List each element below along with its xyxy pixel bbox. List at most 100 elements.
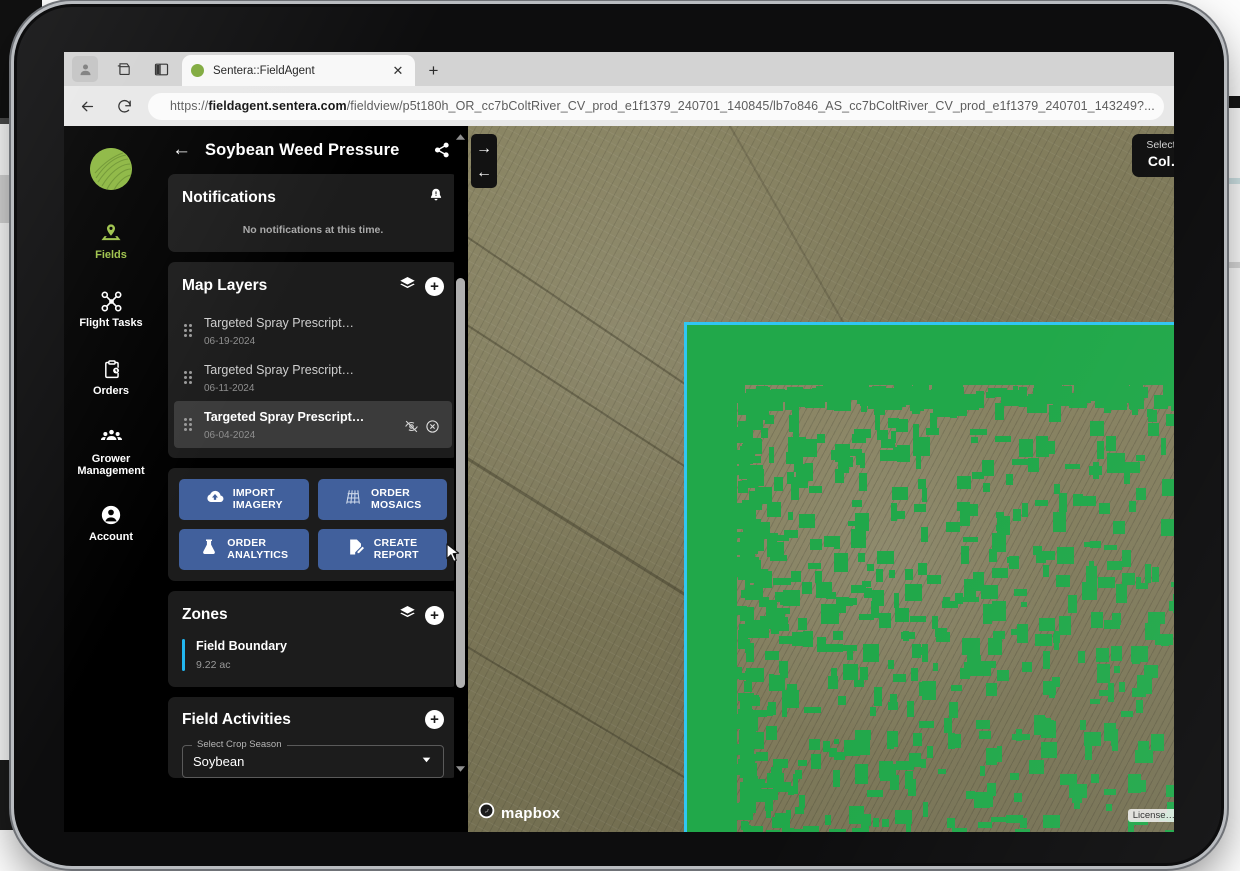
sidebar-item-account[interactable]: Account [64, 504, 158, 543]
map-color-select-dropdown[interactable]: Select… Col… [1132, 134, 1174, 177]
mapbox-logo-icon [478, 802, 495, 824]
prescription-raster [737, 385, 1174, 832]
zones-card: Zones + Field Boundary 9.22 ac [168, 591, 458, 687]
zone-color-bar [182, 639, 185, 671]
sidebar-item-orders[interactable]: Orders [64, 358, 158, 397]
page-title: Soybean Weed Pressure [205, 140, 400, 159]
map-layer-date: 06-04-2024 [204, 430, 256, 441]
reload-button[interactable] [110, 92, 138, 120]
map-layer-name: Targeted Spray Prescript… [204, 316, 355, 330]
sidebar-item-label: Flight Tasks [79, 317, 143, 329]
crop-season-value: Soybean [193, 754, 245, 769]
bell-icon[interactable] [428, 187, 444, 208]
zone-list-item[interactable]: Field Boundary 9.22 ac [168, 636, 458, 687]
zones-title: Zones [182, 606, 228, 623]
close-icon[interactable]: ✕ [390, 63, 406, 79]
browser-chrome: Sentera::FieldAgent ✕ + https://fieldage… [64, 52, 1174, 126]
tablet-screen: Sentera::FieldAgent ✕ + https://fieldage… [64, 52, 1174, 832]
stacked-layers-icon[interactable] [399, 604, 416, 626]
prescription-zone-polygon[interactable] [684, 322, 1174, 832]
url-input[interactable]: https://fieldagent.sentera.com/fieldview… [148, 92, 1164, 120]
tab-collections-icon[interactable] [110, 56, 136, 82]
map-pan-controls: → ← [471, 134, 497, 188]
clipboard-clock-icon [101, 358, 122, 380]
group-people-icon [100, 426, 123, 448]
order-mosaics-label: ORDER MOSAICS [371, 486, 422, 511]
sentera-leaf-favicon [191, 64, 204, 77]
zones-header: Zones + [168, 591, 458, 636]
add-field-activity-button[interactable]: + [425, 710, 444, 729]
sidebar-item-flight-tasks[interactable]: Flight Tasks [64, 290, 158, 329]
field-activities-card: Field Activities + Select Crop Season So… [168, 697, 458, 778]
browser-tab[interactable]: Sentera::FieldAgent ✕ [182, 55, 415, 86]
sentera-logo[interactable] [90, 148, 132, 190]
url-text: https://fieldagent.sentera.com/fieldview… [170, 99, 1155, 113]
mapbox-attribution-logo[interactable]: mapbox [478, 802, 560, 824]
document-pencil-icon [346, 537, 366, 562]
create-report-button[interactable]: CREATE REPORT [317, 529, 447, 570]
scroll-down-arrow-icon[interactable] [454, 762, 467, 776]
drag-handle-icon[interactable] [184, 371, 194, 384]
remove-layer-icon[interactable] [425, 419, 440, 439]
create-report-label: CREATE REPORT [373, 536, 419, 561]
import-imagery-button[interactable]: IMPORT IMAGERY [179, 479, 309, 520]
cloud-upload-icon [205, 487, 225, 512]
notifications-header: Notifications [168, 174, 458, 218]
mosaic-grid-icon [343, 487, 363, 512]
mouse-pointer [446, 543, 461, 569]
split-screen-icon[interactable] [148, 56, 174, 82]
add-zone-button[interactable]: + [425, 605, 444, 625]
chevron-down-icon[interactable] [420, 753, 433, 771]
panel-back-button[interactable]: ← [172, 139, 191, 161]
import-imagery-label: IMPORT IMAGERY [232, 486, 283, 511]
map-layer-row[interactable]: Targeted Spray Prescript… 06-11-2024 [174, 354, 452, 401]
fieldagent-app: Fields Flight Tasks Orders Grower Manage… [64, 126, 1174, 832]
panel-scroll-area[interactable]: Notifications No notifications at this t… [158, 174, 468, 832]
browser-tab-strip: Sentera::FieldAgent ✕ + [64, 52, 1174, 86]
stacked-layers-icon[interactable] [399, 275, 416, 297]
hide-layer-icon[interactable] [404, 419, 419, 439]
sidebar-item-label: Account [89, 531, 133, 543]
map-pin-icon [100, 222, 122, 244]
zone-area: 9.22 ac [196, 659, 231, 671]
map-nav-forward-button[interactable]: → [471, 137, 497, 161]
map-dropdown-value: Col… [1147, 153, 1174, 169]
scrollbar-thumb[interactable] [456, 278, 465, 688]
sidebar-item-grower-management[interactable]: Grower Management [64, 426, 158, 478]
order-analytics-button[interactable]: ORDER ANALYTICS [179, 529, 309, 570]
map-license-attribution[interactable]: License… [1127, 809, 1174, 822]
notifications-empty-text: No notifications at this time. [242, 224, 384, 236]
map-layer-date: 06-11-2024 [204, 383, 255, 394]
tab-title: Sentera::FieldAgent [213, 64, 315, 77]
map-layer-name: Targeted Spray Prescript… [204, 363, 355, 377]
browser-url-row: https://fieldagent.sentera.com/fieldview… [64, 86, 1174, 126]
drone-icon [100, 290, 123, 312]
zone-name: Field Boundary [196, 639, 287, 653]
panel-scrollbar[interactable] [454, 126, 467, 784]
drag-handle-icon[interactable] [184, 324, 194, 337]
order-mosaics-button[interactable]: ORDER MOSAICS [317, 479, 447, 520]
sidebar-item-fields[interactable]: Fields [64, 222, 158, 261]
map-layer-row-selected[interactable]: Targeted Spray Prescript… 06-04-2024 [174, 401, 452, 448]
crop-season-label: Select Crop Season [192, 739, 287, 750]
field-activities-header: Field Activities + [168, 697, 458, 739]
new-tab-button[interactable]: + [422, 59, 445, 82]
scroll-up-arrow-icon[interactable] [454, 130, 467, 144]
account-circle-icon [100, 504, 122, 526]
back-button[interactable] [73, 92, 101, 120]
map-nav-back-button[interactable]: ← [471, 161, 497, 185]
map-layer-row[interactable]: Targeted Spray Prescript… 06-19-2024 [174, 307, 452, 354]
order-analytics-label: ORDER ANALYTICS [227, 536, 289, 561]
map-viewport[interactable]: → ← Select… Col… mapbox License… [468, 126, 1174, 832]
notifications-title: Notifications [182, 188, 276, 206]
screenshot-stage: Sentera::FieldAgent ✕ + https://fieldage… [0, 0, 1240, 871]
mapbox-label: mapbox [501, 804, 561, 822]
crop-season-select[interactable]: Select Crop Season Soybean [182, 739, 444, 778]
add-map-layer-button[interactable]: + [425, 276, 444, 296]
map-dropdown-label: Select… [1146, 139, 1174, 151]
share-icon[interactable] [430, 138, 454, 162]
tablet-device-frame: Sentera::FieldAgent ✕ + https://fieldage… [14, 4, 1224, 866]
profile-avatar-icon[interactable] [72, 56, 98, 82]
map-layers-list: Targeted Spray Prescript… 06-19-2024 Tar… [168, 307, 458, 458]
drag-handle-icon[interactable] [184, 418, 194, 431]
